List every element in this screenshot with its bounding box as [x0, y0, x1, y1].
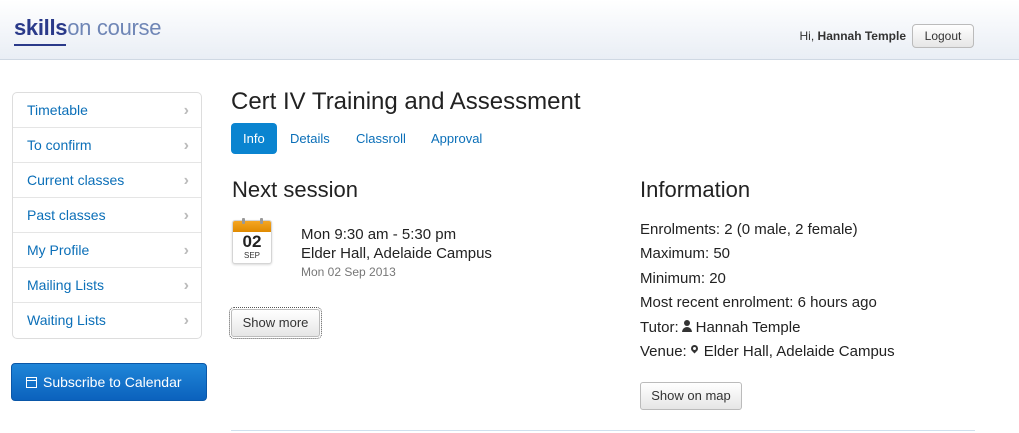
chevron-right-icon: › [183, 207, 189, 224]
calendar-date-icon: 02 SEP [232, 218, 272, 264]
info-venue: Venue: Elder Hall, Adelaide Campus [640, 343, 895, 360]
chevron-right-icon: › [183, 137, 189, 154]
subscribe-label: Subscribe to Calendar [43, 374, 182, 390]
sidebar-item-label: My Profile [27, 242, 90, 258]
info-label: Minimum: [640, 270, 706, 287]
chevron-right-icon: › [183, 277, 189, 294]
sidebar-item-past-classes[interactable]: Past classes › [13, 198, 201, 233]
chevron-right-icon: › [183, 172, 189, 189]
calendar-month: SEP [243, 251, 260, 260]
page-title: Cert IV Training and Assessment [231, 88, 581, 115]
info-tutor: Tutor: Hannah Temple [640, 319, 800, 336]
info-value: Elder Hall, Adelaide Campus [703, 343, 895, 360]
sidebar-item-my-profile[interactable]: My Profile › [13, 233, 201, 268]
sidebar-item-label: Mailing Lists [27, 277, 105, 293]
tab-info[interactable]: Info [231, 123, 277, 154]
tab-approval[interactable]: Approval [431, 123, 482, 154]
info-label: Most recent enrolment: [640, 294, 794, 311]
chevron-right-icon: › [183, 312, 189, 329]
user-name: Hannah Temple [817, 29, 906, 43]
sidebar-item-mailing-lists[interactable]: Mailing Lists › [13, 268, 201, 303]
info-value: Hannah Temple [695, 319, 801, 336]
session-date: Mon 02 Sep 2013 [301, 265, 396, 279]
info-minimum: Minimum: 20 [640, 270, 726, 287]
session-time: Mon 9:30 am - 5:30 pm [301, 226, 457, 243]
sidebar-item-label: Waiting Lists [27, 312, 106, 328]
subscribe-calendar-button[interactable]: Subscribe to Calendar [11, 363, 207, 401]
info-label: Enrolments: [640, 221, 721, 238]
sidebar-item-label: Current classes [27, 172, 125, 188]
map-pin-icon [689, 344, 701, 357]
info-value: 6 hours ago [797, 294, 877, 311]
user-greeting: Hi, Hannah Temple [800, 29, 906, 43]
info-enrolments: Enrolments: 2 (0 male, 2 female) [640, 221, 858, 238]
tab-classroll[interactable]: Classroll [356, 123, 406, 154]
logo-on-course: on course [67, 15, 162, 40]
show-more-button[interactable]: Show more [229, 307, 322, 339]
greeting-text: Hi, [799, 29, 815, 43]
next-session-heading: Next session [232, 177, 358, 202]
calendar-header-strip [233, 221, 271, 232]
sidebar-item-timetable[interactable]: Timetable › [13, 93, 201, 128]
sidebar-item-label: Past classes [27, 207, 106, 223]
info-value: 20 [709, 270, 726, 287]
sidebar-item-label: Timetable [27, 102, 88, 118]
logout-button[interactable]: Logout [912, 24, 974, 48]
info-value: 2 (0 male, 2 female) [724, 221, 858, 238]
information-heading: Information [640, 177, 751, 202]
sidebar-item-waiting-lists[interactable]: Waiting Lists › [13, 303, 201, 338]
info-label: Maximum: [640, 245, 710, 262]
person-icon [681, 320, 693, 333]
app-logo[interactable]: skillson course [14, 15, 161, 41]
sidebar-nav: Timetable › To confirm › Current classes… [12, 92, 202, 339]
info-maximum: Maximum: 50 [640, 245, 730, 262]
chevron-right-icon: › [183, 102, 189, 119]
logo-underline [14, 44, 66, 46]
info-value: 50 [713, 245, 731, 262]
session-venue: Elder Hall, Adelaide Campus [301, 245, 492, 262]
info-label: Tutor: [640, 319, 679, 336]
calendar-icon [26, 377, 37, 388]
calendar-ring-left [242, 218, 245, 224]
chevron-right-icon: › [183, 242, 189, 259]
info-recent-enrolment: Most recent enrolment: 6 hours ago [640, 294, 877, 311]
logo-skills: skills [14, 15, 68, 40]
sidebar-item-current-classes[interactable]: Current classes › [13, 163, 201, 198]
tab-details[interactable]: Details [290, 123, 330, 154]
top-bar: skillson course Hi, Hannah Temple Logout [0, 0, 1019, 60]
content-divider [231, 430, 975, 431]
sidebar-item-label: To confirm [27, 137, 92, 153]
calendar-day: 02 [242, 232, 262, 251]
sidebar-item-to-confirm[interactable]: To confirm › [13, 128, 201, 163]
info-label: Venue: [640, 343, 687, 360]
calendar-ring-right [260, 218, 263, 224]
show-on-map-button[interactable]: Show on map [640, 382, 742, 410]
